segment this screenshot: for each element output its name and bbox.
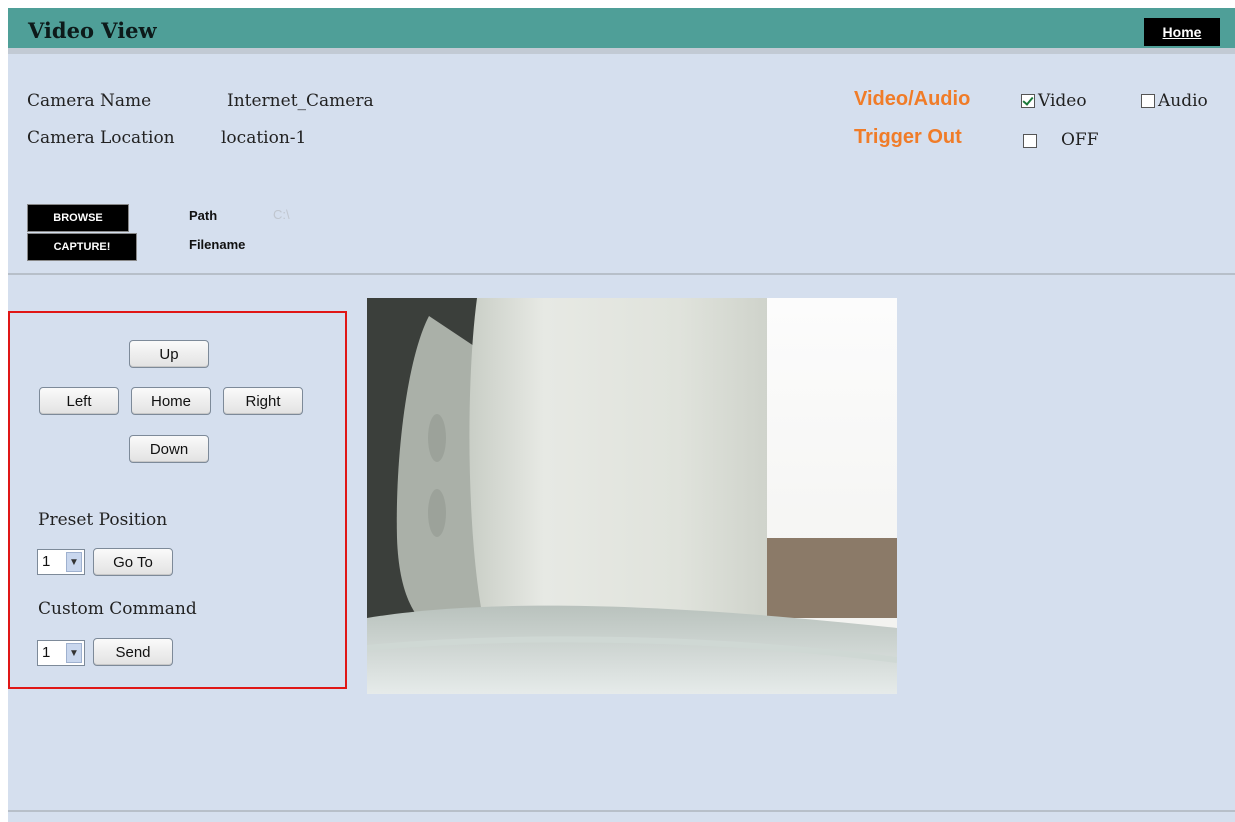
home-link[interactable]: Home [1144, 18, 1220, 46]
live-video-feed [367, 298, 897, 694]
path-label: Path [189, 208, 218, 223]
footer-divider [8, 810, 1235, 812]
preset-position-select[interactable]: 1 ▼ [37, 549, 85, 575]
video-audio-label: Video/Audio [854, 88, 971, 110]
camera-location-value: location-1 [221, 128, 307, 148]
preset-position-value: 1 [42, 553, 51, 570]
chevron-down-icon: ▼ [66, 552, 82, 572]
audio-label: Audio [1158, 91, 1208, 111]
down-button[interactable]: Down [129, 435, 209, 463]
camera-name-value: Internet_Camera [227, 91, 374, 111]
right-button[interactable]: Right [223, 387, 303, 415]
path-value: C:\ [273, 207, 290, 222]
chevron-down-icon: ▼ [66, 643, 82, 663]
trigger-out-label: Trigger Out [854, 126, 962, 148]
audio-checkbox[interactable] [1141, 94, 1155, 108]
section-divider [8, 273, 1235, 275]
page: Video View Home Camera Name Internet_Cam… [8, 8, 1235, 822]
trigger-out-state: OFF [1061, 130, 1099, 150]
left-button[interactable]: Left [39, 387, 119, 415]
filename-label: Filename [189, 237, 246, 252]
video-label: Video [1038, 91, 1087, 111]
video-checkbox[interactable] [1021, 94, 1035, 108]
up-button[interactable]: Up [129, 340, 209, 368]
custom-command-label: Custom Command [38, 599, 197, 619]
capture-button[interactable]: CAPTURE! [27, 233, 137, 261]
go-to-button[interactable]: Go To [93, 548, 173, 576]
home-button[interactable]: Home [131, 387, 211, 415]
camera-name-label: Camera Name [27, 91, 152, 111]
trigger-out-checkbox[interactable] [1023, 134, 1037, 148]
title-bar: Video View Home [8, 8, 1235, 48]
preset-position-label: Preset Position [38, 510, 168, 530]
page-title: Video View [28, 18, 157, 43]
ptz-control-panel: Up Left Home Right Down Preset Position … [8, 311, 347, 689]
custom-command-value: 1 [42, 644, 51, 661]
send-button[interactable]: Send [93, 638, 173, 666]
title-divider [8, 48, 1235, 54]
camera-location-label: Camera Location [27, 128, 175, 148]
custom-command-select[interactable]: 1 ▼ [37, 640, 85, 666]
camera-image [367, 298, 897, 694]
browse-button[interactable]: BROWSE [27, 204, 129, 232]
